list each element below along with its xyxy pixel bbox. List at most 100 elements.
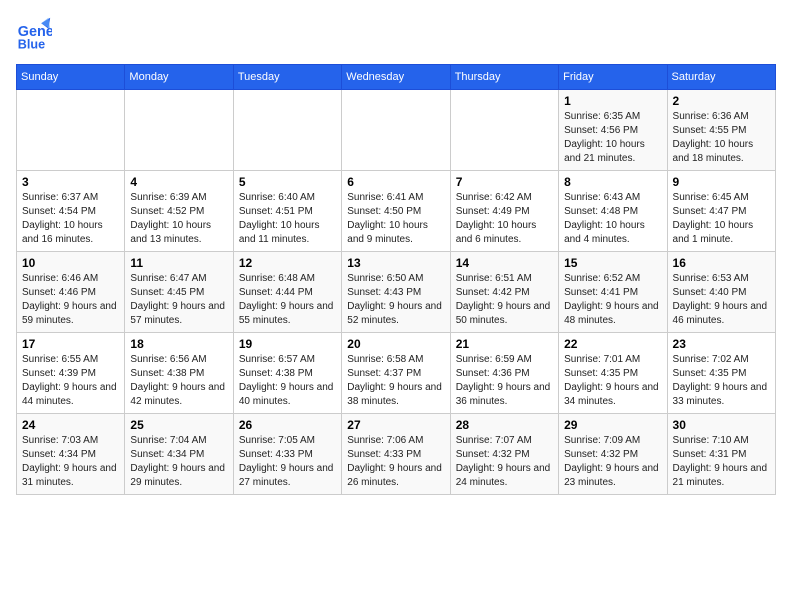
day-cell: 27 Sunrise: 7:06 AM Sunset: 4:33 PM Dayli… bbox=[342, 414, 450, 495]
day-info: Sunrise: 7:04 AM Sunset: 4:34 PM Dayligh… bbox=[130, 434, 227, 490]
calendar-table: SundayMondayTuesdayWednesdayThursdayFrid… bbox=[16, 64, 776, 495]
day-number: 4 bbox=[130, 175, 227, 189]
day-info: Sunrise: 6:40 AM Sunset: 4:51 PM Dayligh… bbox=[239, 191, 336, 247]
week-row-4: 17 Sunrise: 6:55 AM Sunset: 4:39 PM Dayli… bbox=[17, 333, 776, 414]
day-number: 26 bbox=[239, 418, 336, 432]
week-row-1: 1 Sunrise: 6:35 AM Sunset: 4:56 PM Daylig… bbox=[17, 90, 776, 171]
day-number: 24 bbox=[22, 418, 119, 432]
day-number: 8 bbox=[564, 175, 661, 189]
day-cell: 20 Sunrise: 6:58 AM Sunset: 4:37 PM Dayli… bbox=[342, 333, 450, 414]
day-cell: 16 Sunrise: 6:53 AM Sunset: 4:40 PM Dayli… bbox=[667, 252, 775, 333]
day-info: Sunrise: 6:52 AM Sunset: 4:41 PM Dayligh… bbox=[564, 272, 661, 328]
day-info: Sunrise: 6:51 AM Sunset: 4:42 PM Dayligh… bbox=[456, 272, 553, 328]
day-info: Sunrise: 7:05 AM Sunset: 4:33 PM Dayligh… bbox=[239, 434, 336, 490]
day-cell: 26 Sunrise: 7:05 AM Sunset: 4:33 PM Dayli… bbox=[233, 414, 341, 495]
day-number: 20 bbox=[347, 337, 444, 351]
day-info: Sunrise: 6:47 AM Sunset: 4:45 PM Dayligh… bbox=[130, 272, 227, 328]
day-cell bbox=[342, 90, 450, 171]
weekday-header-row: SundayMondayTuesdayWednesdayThursdayFrid… bbox=[17, 65, 776, 90]
day-info: Sunrise: 6:35 AM Sunset: 4:56 PM Dayligh… bbox=[564, 110, 661, 166]
day-number: 2 bbox=[673, 94, 770, 108]
logo-icon: General Blue bbox=[16, 16, 52, 52]
day-number: 21 bbox=[456, 337, 553, 351]
day-cell: 2 Sunrise: 6:36 AM Sunset: 4:55 PM Daylig… bbox=[667, 90, 775, 171]
day-info: Sunrise: 6:43 AM Sunset: 4:48 PM Dayligh… bbox=[564, 191, 661, 247]
day-number: 12 bbox=[239, 256, 336, 270]
weekday-friday: Friday bbox=[559, 65, 667, 90]
day-info: Sunrise: 6:37 AM Sunset: 4:54 PM Dayligh… bbox=[22, 191, 119, 247]
day-cell: 1 Sunrise: 6:35 AM Sunset: 4:56 PM Daylig… bbox=[559, 90, 667, 171]
day-number: 6 bbox=[347, 175, 444, 189]
day-number: 5 bbox=[239, 175, 336, 189]
day-number: 22 bbox=[564, 337, 661, 351]
day-info: Sunrise: 6:53 AM Sunset: 4:40 PM Dayligh… bbox=[673, 272, 770, 328]
day-info: Sunrise: 6:50 AM Sunset: 4:43 PM Dayligh… bbox=[347, 272, 444, 328]
day-number: 27 bbox=[347, 418, 444, 432]
day-info: Sunrise: 7:02 AM Sunset: 4:35 PM Dayligh… bbox=[673, 353, 770, 409]
day-cell bbox=[450, 90, 558, 171]
day-cell: 17 Sunrise: 6:55 AM Sunset: 4:39 PM Dayli… bbox=[17, 333, 125, 414]
logo: General Blue bbox=[16, 16, 56, 52]
day-number: 9 bbox=[673, 175, 770, 189]
weekday-saturday: Saturday bbox=[667, 65, 775, 90]
day-info: Sunrise: 6:56 AM Sunset: 4:38 PM Dayligh… bbox=[130, 353, 227, 409]
day-info: Sunrise: 6:41 AM Sunset: 4:50 PM Dayligh… bbox=[347, 191, 444, 247]
svg-text:Blue: Blue bbox=[18, 37, 45, 51]
day-cell bbox=[17, 90, 125, 171]
day-number: 19 bbox=[239, 337, 336, 351]
day-number: 1 bbox=[564, 94, 661, 108]
day-cell: 24 Sunrise: 7:03 AM Sunset: 4:34 PM Dayli… bbox=[17, 414, 125, 495]
day-info: Sunrise: 7:07 AM Sunset: 4:32 PM Dayligh… bbox=[456, 434, 553, 490]
day-cell: 6 Sunrise: 6:41 AM Sunset: 4:50 PM Daylig… bbox=[342, 171, 450, 252]
day-cell: 3 Sunrise: 6:37 AM Sunset: 4:54 PM Daylig… bbox=[17, 171, 125, 252]
day-info: Sunrise: 6:59 AM Sunset: 4:36 PM Dayligh… bbox=[456, 353, 553, 409]
day-info: Sunrise: 6:39 AM Sunset: 4:52 PM Dayligh… bbox=[130, 191, 227, 247]
day-cell: 12 Sunrise: 6:48 AM Sunset: 4:44 PM Dayli… bbox=[233, 252, 341, 333]
weekday-wednesday: Wednesday bbox=[342, 65, 450, 90]
day-number: 7 bbox=[456, 175, 553, 189]
day-number: 10 bbox=[22, 256, 119, 270]
day-info: Sunrise: 6:45 AM Sunset: 4:47 PM Dayligh… bbox=[673, 191, 770, 247]
day-cell: 11 Sunrise: 6:47 AM Sunset: 4:45 PM Dayli… bbox=[125, 252, 233, 333]
day-info: Sunrise: 7:03 AM Sunset: 4:34 PM Dayligh… bbox=[22, 434, 119, 490]
day-info: Sunrise: 6:48 AM Sunset: 4:44 PM Dayligh… bbox=[239, 272, 336, 328]
day-cell: 25Sunrise: 7:04 AM Sunset: 4:34 PM Dayli… bbox=[125, 414, 233, 495]
day-cell: 15 Sunrise: 6:52 AM Sunset: 4:41 PM Dayli… bbox=[559, 252, 667, 333]
day-number: 13 bbox=[347, 256, 444, 270]
day-cell: 28 Sunrise: 7:07 AM Sunset: 4:32 PM Dayli… bbox=[450, 414, 558, 495]
day-number: 17 bbox=[22, 337, 119, 351]
day-cell: 5 Sunrise: 6:40 AM Sunset: 4:51 PM Daylig… bbox=[233, 171, 341, 252]
day-info: Sunrise: 6:36 AM Sunset: 4:55 PM Dayligh… bbox=[673, 110, 770, 166]
day-number: 15 bbox=[564, 256, 661, 270]
day-number: 16 bbox=[673, 256, 770, 270]
day-cell: 23 Sunrise: 7:02 AM Sunset: 4:35 PM Dayli… bbox=[667, 333, 775, 414]
day-number: 30 bbox=[673, 418, 770, 432]
day-cell bbox=[233, 90, 341, 171]
day-number: 23 bbox=[673, 337, 770, 351]
week-row-3: 10 Sunrise: 6:46 AM Sunset: 4:46 PM Dayli… bbox=[17, 252, 776, 333]
day-cell: 22 Sunrise: 7:01 AM Sunset: 4:35 PM Dayli… bbox=[559, 333, 667, 414]
day-number: 18 bbox=[130, 337, 227, 351]
day-info: Sunrise: 6:42 AM Sunset: 4:49 PM Dayligh… bbox=[456, 191, 553, 247]
day-number: 3 bbox=[22, 175, 119, 189]
day-info: Sunrise: 7:09 AM Sunset: 4:32 PM Dayligh… bbox=[564, 434, 661, 490]
day-number: 11 bbox=[130, 256, 227, 270]
day-cell: 9 Sunrise: 6:45 AM Sunset: 4:47 PM Daylig… bbox=[667, 171, 775, 252]
day-number: 28 bbox=[456, 418, 553, 432]
day-cell: 8 Sunrise: 6:43 AM Sunset: 4:48 PM Daylig… bbox=[559, 171, 667, 252]
day-info: Sunrise: 6:55 AM Sunset: 4:39 PM Dayligh… bbox=[22, 353, 119, 409]
day-info: Sunrise: 6:58 AM Sunset: 4:37 PM Dayligh… bbox=[347, 353, 444, 409]
weekday-monday: Monday bbox=[125, 65, 233, 90]
week-row-2: 3 Sunrise: 6:37 AM Sunset: 4:54 PM Daylig… bbox=[17, 171, 776, 252]
day-cell: 30Sunrise: 7:10 AM Sunset: 4:31 PM Dayli… bbox=[667, 414, 775, 495]
day-info: Sunrise: 7:06 AM Sunset: 4:33 PM Dayligh… bbox=[347, 434, 444, 490]
week-row-5: 24 Sunrise: 7:03 AM Sunset: 4:34 PM Dayli… bbox=[17, 414, 776, 495]
day-number: 29 bbox=[564, 418, 661, 432]
day-info: Sunrise: 6:46 AM Sunset: 4:46 PM Dayligh… bbox=[22, 272, 119, 328]
day-info: Sunrise: 6:57 AM Sunset: 4:38 PM Dayligh… bbox=[239, 353, 336, 409]
day-info: Sunrise: 7:01 AM Sunset: 4:35 PM Dayligh… bbox=[564, 353, 661, 409]
weekday-tuesday: Tuesday bbox=[233, 65, 341, 90]
day-cell: 21 Sunrise: 6:59 AM Sunset: 4:36 PM Dayli… bbox=[450, 333, 558, 414]
day-cell: 19 Sunrise: 6:57 AM Sunset: 4:38 PM Dayli… bbox=[233, 333, 341, 414]
day-cell: 29 Sunrise: 7:09 AM Sunset: 4:32 PM Dayli… bbox=[559, 414, 667, 495]
